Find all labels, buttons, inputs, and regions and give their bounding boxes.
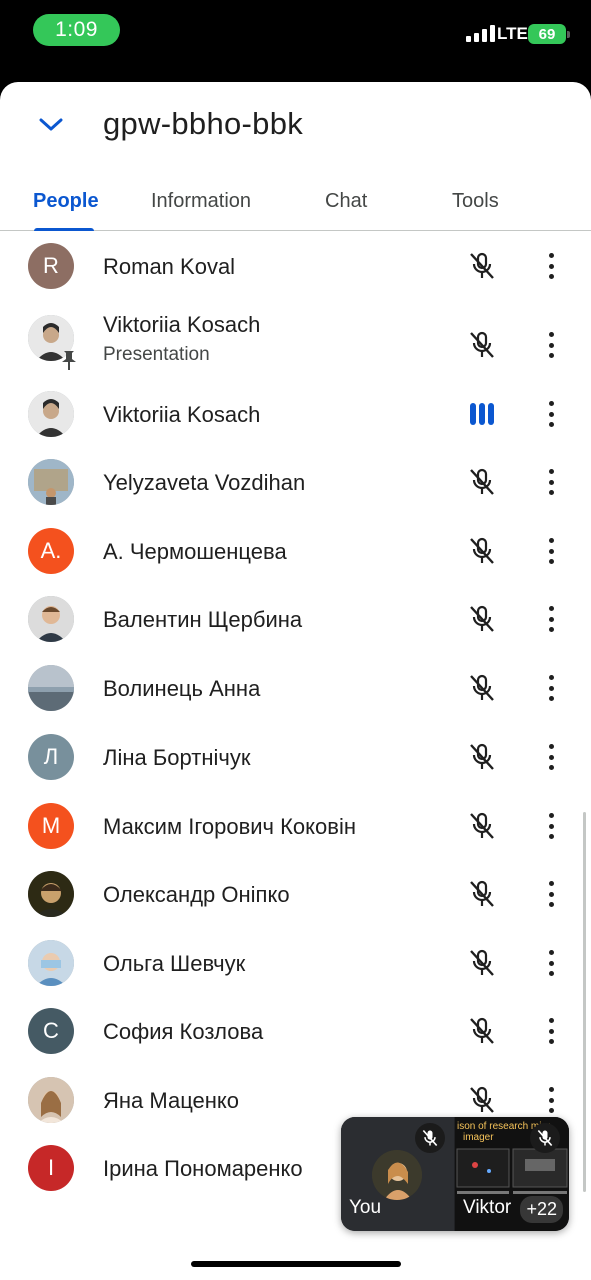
more-options-icon[interactable] xyxy=(540,948,562,978)
participant-row[interactable]: R Roman Koval xyxy=(0,232,591,300)
more-options-icon[interactable] xyxy=(540,536,562,566)
self-mic-off-icon xyxy=(415,1123,445,1153)
mic-off-icon[interactable] xyxy=(467,536,497,566)
participant-name: Олександр Оніпко xyxy=(103,882,290,907)
participant-name: Валентин Щербина xyxy=(103,607,303,632)
avatar xyxy=(28,871,74,917)
participant-row[interactable]: Л Ліна Бортнічук xyxy=(0,723,591,791)
pin-icon xyxy=(60,349,78,371)
chevron-down-icon xyxy=(39,118,63,131)
speaking-indicator-icon[interactable] xyxy=(467,399,497,429)
tab-information[interactable]: Information xyxy=(151,172,251,231)
mic-off-icon[interactable] xyxy=(467,467,497,497)
avatar xyxy=(28,1077,74,1123)
avatar: М xyxy=(28,803,74,849)
battery-level: 69 xyxy=(538,25,556,43)
participant-name: Ліна Бортнічук xyxy=(103,745,251,770)
participant-row[interactable]: Волинець Анна xyxy=(0,654,591,722)
mic-off-icon[interactable] xyxy=(467,1085,497,1115)
avatar: С xyxy=(28,1008,74,1054)
participant-name: София Козлова xyxy=(103,1019,264,1044)
avatar xyxy=(28,665,74,711)
sheet-header: gpw-bbho-bbk xyxy=(0,82,591,166)
participant-name: Максим Ігорович Коковін xyxy=(103,814,356,839)
participant-name: Ірина Пономаренко xyxy=(103,1156,303,1181)
avatar: І xyxy=(28,1145,74,1191)
tab-bar: People Information Chat Tools xyxy=(0,172,591,231)
avatar xyxy=(28,596,74,642)
tab-chat[interactable]: Chat xyxy=(325,172,367,231)
network-label: LTE xyxy=(497,24,528,43)
tab-people[interactable]: People xyxy=(33,172,99,231)
others-count-badge: +22 xyxy=(520,1196,563,1223)
more-options-icon[interactable] xyxy=(540,604,562,634)
avatar xyxy=(28,391,74,437)
floating-call-preview[interactable]: You ison of research micr imager Viktor +… xyxy=(341,1117,569,1231)
signal-icon xyxy=(466,25,495,42)
more-options-icon[interactable] xyxy=(540,330,562,360)
participant-name: Яна Маценко xyxy=(103,1088,240,1113)
people-sheet: gpw-bbho-bbk People Information Chat Too… xyxy=(0,82,591,1280)
self-label: You xyxy=(349,1197,382,1218)
participant-name: Волинець Анна xyxy=(103,676,261,701)
mic-off-icon[interactable] xyxy=(467,811,497,841)
participant-row[interactable]: Валентин Щербина xyxy=(0,585,591,653)
status-bar: 1:09 LTE 69 xyxy=(0,0,591,70)
avatar: R xyxy=(28,243,74,289)
mic-off-icon[interactable] xyxy=(467,879,497,909)
mic-off-icon[interactable] xyxy=(467,330,497,360)
mic-off-icon[interactable] xyxy=(467,742,497,772)
more-options-icon[interactable] xyxy=(540,1085,562,1115)
scrollbar[interactable] xyxy=(583,812,586,1192)
presenter-mic-off-icon xyxy=(530,1123,560,1153)
participant-row[interactable]: А. А. Чермошенцева xyxy=(0,517,591,585)
presenter-label: Viktor xyxy=(463,1197,512,1218)
avatar: Л xyxy=(28,734,74,780)
participant-row[interactable]: Ольга Шевчук xyxy=(0,929,591,997)
tab-tools[interactable]: Tools xyxy=(452,172,499,231)
battery-icon: 69 xyxy=(528,24,570,44)
more-options-icon[interactable] xyxy=(540,811,562,841)
avatar xyxy=(28,940,74,986)
participant-row[interactable]: С София Козлова xyxy=(0,997,591,1065)
mic-off-icon[interactable] xyxy=(467,948,497,978)
presentation-thumbnail xyxy=(456,1148,568,1194)
collapse-button[interactable] xyxy=(30,104,72,146)
mic-off-icon[interactable] xyxy=(467,251,497,281)
status-time[interactable]: 1:09 xyxy=(33,14,120,46)
more-options-icon[interactable] xyxy=(540,742,562,772)
meeting-code: gpw-bbho-bbk xyxy=(103,106,304,141)
more-options-icon[interactable] xyxy=(540,399,562,429)
active-tab-indicator xyxy=(34,228,94,231)
participant-name: Ольга Шевчук xyxy=(103,951,246,976)
participant-row[interactable]: Viktoriia Kosach xyxy=(0,380,591,448)
participant-row[interactable]: Yelyzaveta Vozdihan xyxy=(0,448,591,516)
participant-name: Viktoriia Kosach xyxy=(103,402,261,427)
participant-row[interactable]: М Максим Ігорович Коковін xyxy=(0,792,591,860)
participant-name: А. Чермошенцева xyxy=(103,539,287,564)
more-options-icon[interactable] xyxy=(540,251,562,281)
avatar: А. xyxy=(28,528,74,574)
self-avatar xyxy=(372,1150,422,1200)
presentation-subtitle: imager xyxy=(463,1132,494,1143)
participant-row[interactable]: Viktoriia Kosach Presentation xyxy=(0,304,591,372)
mic-off-icon[interactable] xyxy=(467,1016,497,1046)
home-indicator[interactable] xyxy=(191,1261,401,1267)
more-options-icon[interactable] xyxy=(540,879,562,909)
participant-name: Yelyzaveta Vozdihan xyxy=(103,470,306,495)
participant-name: Roman Koval xyxy=(103,254,236,279)
avatar xyxy=(28,459,74,505)
mic-off-icon[interactable] xyxy=(467,673,497,703)
participant-subtitle: Presentation xyxy=(103,344,210,365)
participant-name: Viktoriia Kosach xyxy=(103,312,261,337)
more-options-icon[interactable] xyxy=(540,467,562,497)
participant-row[interactable]: Олександр Оніпко xyxy=(0,860,591,928)
more-options-icon[interactable] xyxy=(540,673,562,703)
mic-off-icon[interactable] xyxy=(467,604,497,634)
more-options-icon[interactable] xyxy=(540,1016,562,1046)
